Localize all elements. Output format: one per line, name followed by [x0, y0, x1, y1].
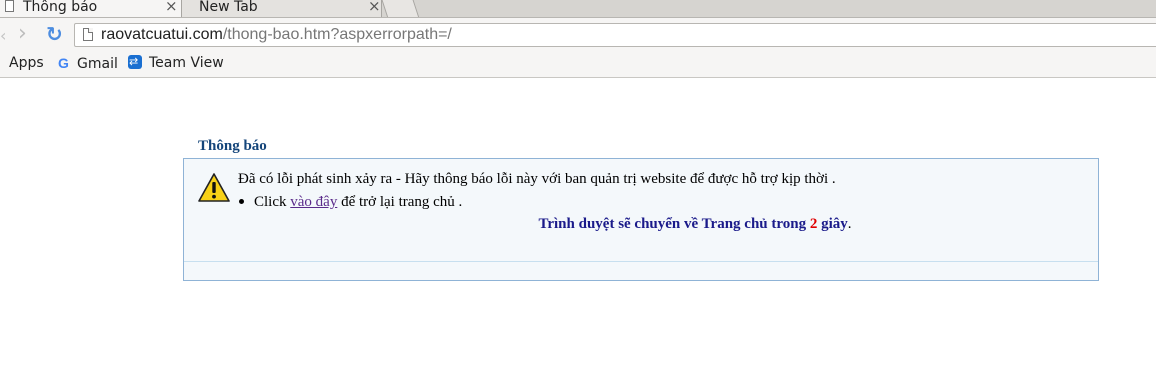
forward-icon[interactable]: › [18, 23, 27, 45]
close-tab-icon[interactable]: × [165, 0, 178, 14]
click-suffix: để trở lại trang chủ . [341, 194, 463, 210]
url-host: raovatcuatui.com [101, 26, 223, 43]
new-tab-button[interactable] [380, 0, 420, 17]
bookmark-apps[interactable]: Apps [0, 55, 44, 72]
page-icon [5, 0, 14, 12]
tab-title: Thông báo [23, 0, 98, 15]
notice-body: Đã có lỗi phát sinh xảy ra - Hãy thông b… [184, 159, 1098, 262]
url-text[interactable]: raovatcuatui.com/thong-bao.htm?aspxerror… [101, 26, 452, 44]
notice-panel: Đã có lỗi phát sinh xảy ra - Hãy thông b… [183, 158, 1099, 281]
tab-strip: Thông báo × New Tab × [0, 0, 1156, 17]
warning-icon [198, 173, 230, 202]
tab-new-tab[interactable]: New Tab × [178, 0, 382, 17]
browser-toolbar: ‹ › ↻ raovatcuatui.com/thong-bao.htm?asp… [0, 17, 1156, 52]
reload-icon[interactable]: ↻ [46, 23, 63, 45]
redirect-prefix: Trình duyệt sẽ chuyển về Trang chủ trong [538, 216, 807, 232]
bookmark-gmail[interactable]: G Gmail [58, 55, 118, 73]
bookmark-team-view[interactable]: Team View [128, 53, 224, 72]
back-icon[interactable]: ‹ [0, 26, 6, 45]
page-title: Thông báo [198, 138, 267, 154]
countdown-seconds: 2 [809, 216, 818, 232]
google-g-icon: G [58, 55, 69, 71]
teamviewer-icon [128, 53, 142, 70]
return-home-line: Click vào đây để trở lại trang chủ . [238, 193, 462, 212]
tab-title: New Tab [199, 0, 258, 15]
address-bar[interactable]: raovatcuatui.com/thong-bao.htm?aspxerror… [74, 23, 1156, 47]
bookmarks-bar: Apps G Gmail Team View [0, 51, 1156, 78]
home-link[interactable]: vào đây [290, 194, 337, 210]
redirect-notice: Trình duyệt sẽ chuyển về Trang chủ trong… [184, 215, 1098, 234]
tab-thong-bao[interactable]: Thông báo × [0, 0, 182, 17]
error-message: Đã có lỗi phát sinh xảy ra - Hãy thông b… [238, 171, 836, 187]
redirect-suffix: giây [821, 216, 848, 232]
bookmark-label: Team View [149, 55, 224, 71]
bullet [239, 198, 244, 204]
url-path: /thong-bao.htm?aspxerrorpath=/ [222, 26, 452, 43]
close-tab-icon[interactable]: × [368, 0, 381, 14]
redirect-end: . [847, 216, 852, 232]
bookmark-label: Gmail [77, 56, 118, 72]
click-prefix: Click [254, 194, 287, 210]
bookmark-label: Apps [9, 55, 44, 71]
page-icon [83, 28, 93, 41]
